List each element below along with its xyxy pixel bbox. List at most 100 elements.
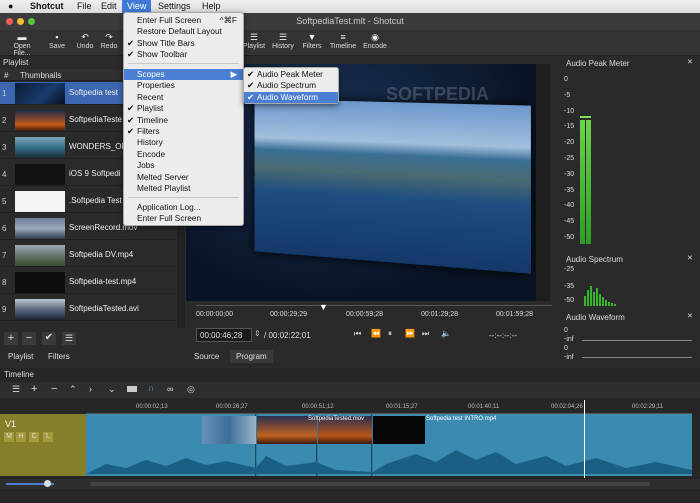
menu-item-audio-spectrum[interactable]: ✔ Audio Spectrum bbox=[244, 80, 338, 91]
menu-item-history[interactable]: History bbox=[124, 137, 243, 148]
ripple-icon[interactable]: ∞ bbox=[167, 384, 173, 394]
menu-item-show-title-bars[interactable]: ✔ Show Title Bars bbox=[124, 38, 243, 49]
skip-previous-icon[interactable]: ⏮ bbox=[354, 329, 361, 339]
menu-item-audio-waveform[interactable]: ✔ Audio Waveform bbox=[244, 91, 338, 104]
skip-next-icon[interactable]: ⏭ bbox=[422, 329, 429, 339]
zoom-icon[interactable]: ◎ bbox=[187, 384, 195, 395]
encode-button[interactable]: ◉ Encode bbox=[362, 32, 388, 50]
tab-source[interactable]: Source bbox=[194, 352, 219, 361]
menu-settings[interactable]: Settings bbox=[158, 1, 191, 11]
mute-button[interactable]: M bbox=[4, 432, 14, 442]
remove-icon[interactable]: − bbox=[51, 383, 57, 395]
menu-item-audio-peak-meter[interactable]: ✔ Audio Peak Meter bbox=[244, 69, 338, 80]
undo-button[interactable]: ↶ Undo bbox=[74, 32, 96, 50]
menu-file[interactable]: File bbox=[77, 1, 92, 11]
lift-icon[interactable]: ⌃ bbox=[69, 384, 77, 395]
waveform-trace-1 bbox=[582, 340, 692, 341]
current-time-field[interactable]: 00:00:46;28 bbox=[196, 328, 252, 342]
timeline-button[interactable]: ≡ Timeline bbox=[328, 32, 358, 50]
tab-playlist[interactable]: Playlist bbox=[8, 352, 33, 361]
menu-item-timeline[interactable]: ✔ Timeline bbox=[124, 115, 243, 126]
zoom-slider-handle[interactable] bbox=[44, 480, 51, 487]
playlist-row[interactable]: 7 Softpedia DV.mp4 bbox=[0, 244, 176, 267]
timeline-toolbar: ☰ + − ⌃ › ⌄ ∩ ∞ ◎ bbox=[0, 382, 700, 398]
playlist-panel-title: Playlist bbox=[3, 58, 29, 67]
ruler-label: 00:00:29;29 bbox=[270, 311, 307, 318]
snap-magnet-icon[interactable]: ∩ bbox=[148, 383, 155, 393]
overwrite-icon[interactable]: › bbox=[89, 384, 92, 394]
peak-meter-close-icon[interactable]: ✕ bbox=[687, 58, 693, 66]
menu-item-enter-full-screen[interactable]: Enter Full Screen ^⌘F bbox=[124, 15, 243, 26]
timeline-ruler[interactable]: 00:00:02;13 00:00:26;27 00:00:51;12 00:0… bbox=[86, 402, 692, 414]
spectrum-close-icon[interactable]: ✕ bbox=[687, 254, 693, 262]
menu-item-label: Timeline bbox=[137, 114, 169, 125]
menu-item-properties[interactable]: Properties bbox=[124, 80, 243, 91]
playlist-row[interactable]: 8 Softpedia-test.mp4 bbox=[0, 271, 176, 294]
timeline-menu-icon[interactable]: ☰ bbox=[12, 384, 20, 395]
menu-item-melted-playlist[interactable]: Melted Playlist bbox=[124, 183, 243, 194]
menu-item-encode[interactable]: Encode bbox=[124, 149, 243, 160]
menu-item-restore-default-layout[interactable]: Restore Default Layout bbox=[124, 26, 243, 37]
filters-label: Filters bbox=[302, 43, 322, 50]
time-spinner-icon[interactable]: ⇕ bbox=[254, 329, 261, 338]
add-clip-button[interactable]: + bbox=[4, 332, 18, 345]
waveform-close-icon[interactable]: ✕ bbox=[687, 312, 693, 320]
app-menu[interactable]: Shotcut bbox=[30, 1, 64, 11]
tab-program[interactable]: Program bbox=[230, 350, 273, 363]
volume-icon[interactable]: 🔈 bbox=[441, 329, 451, 338]
fast-forward-icon[interactable]: ⏩ bbox=[405, 329, 415, 338]
append-icon[interactable]: + bbox=[31, 383, 37, 395]
menu-help[interactable]: Help bbox=[202, 1, 221, 11]
playhead-marker[interactable]: ▼ bbox=[319, 302, 328, 312]
history-button[interactable]: ☰ History bbox=[270, 32, 296, 50]
timeline-scrollbar[interactable] bbox=[90, 482, 650, 486]
tab-filters[interactable]: Filters bbox=[48, 352, 70, 361]
timeline-playhead[interactable] bbox=[584, 400, 585, 478]
peak-scale-label: -10 bbox=[564, 107, 575, 115]
clip-label: Softpedia test INTRO.mp4 bbox=[426, 416, 497, 422]
playlist-button[interactable]: ☰ Playlist bbox=[242, 32, 266, 50]
menu-item-jobs[interactable]: Jobs bbox=[124, 160, 243, 171]
redo-label: Redo bbox=[100, 43, 118, 50]
save-button[interactable]: ▪ Save bbox=[46, 32, 68, 50]
playlist-row[interactable]: 9 SoftpediaTested.avi bbox=[0, 298, 176, 321]
clip-thumbnail bbox=[15, 110, 65, 131]
playlist-menu-button[interactable]: ☰ bbox=[62, 332, 76, 345]
viewer-ruler[interactable]: 00:00:00;00 00:00:29;29 00:00:59;28 00:0… bbox=[196, 302, 552, 321]
menu-item-application-log[interactable]: Application Log... bbox=[124, 202, 243, 213]
undo-label: Undo bbox=[76, 43, 94, 50]
redo-button[interactable]: ↷ Redo bbox=[98, 32, 120, 50]
redo-icon: ↷ bbox=[105, 32, 113, 42]
menu-edit[interactable]: Edit bbox=[101, 1, 117, 11]
menu-item-scopes[interactable]: Scopes ▶ bbox=[124, 69, 243, 81]
split-icon[interactable]: ⌄ bbox=[108, 384, 116, 395]
clip-name: iOS 9 Softpedi bbox=[69, 169, 121, 178]
menu-item-melted-server[interactable]: Melted Server bbox=[124, 172, 243, 183]
filters-button[interactable]: ▼ Filters bbox=[300, 32, 324, 50]
apple-icon[interactable]: ● bbox=[8, 1, 13, 11]
track-header-v1[interactable]: V1 M H C L bbox=[0, 414, 86, 476]
scrub-icon[interactable] bbox=[127, 386, 137, 392]
menu-item-recent[interactable]: Recent bbox=[124, 92, 243, 103]
pause-icon[interactable]: ⏸ bbox=[388, 329, 392, 339]
open-file-button[interactable]: ▬ Open File... bbox=[4, 32, 40, 57]
menu-item-label: Scopes bbox=[137, 69, 165, 79]
update-clip-button[interactable]: ✔ bbox=[42, 332, 56, 345]
menu-item-label: Filters bbox=[137, 126, 160, 136]
menu-item-playlist[interactable]: ✔ Playlist bbox=[124, 103, 243, 114]
clip-name: Softpedia-test.mp4 bbox=[69, 277, 137, 286]
composite-button[interactable]: C bbox=[29, 432, 39, 442]
menu-item-enter-full-screen-2[interactable]: Enter Full Screen bbox=[124, 213, 243, 224]
column-thumbnails[interactable]: Thumbnails bbox=[20, 71, 61, 80]
clip-thumbnail bbox=[15, 164, 65, 185]
menu-item-show-toolbar[interactable]: ✔ Show Toolbar bbox=[124, 49, 243, 60]
timeline-panel: Timeline ☰ + − ⌃ › ⌄ ∩ ∞ ◎ 00:00:02;13 0… bbox=[0, 368, 700, 503]
hide-button[interactable]: H bbox=[16, 432, 26, 442]
rewind-icon[interactable]: ⏪ bbox=[371, 329, 381, 338]
row-number: 6 bbox=[2, 224, 7, 233]
remove-clip-button[interactable]: − bbox=[22, 332, 36, 345]
column-number[interactable]: # bbox=[4, 71, 8, 80]
menu-item-filters[interactable]: ✔ Filters bbox=[124, 126, 243, 137]
ruler-label: 00:00:26;27 bbox=[216, 404, 248, 410]
lock-button[interactable]: L bbox=[43, 432, 53, 442]
